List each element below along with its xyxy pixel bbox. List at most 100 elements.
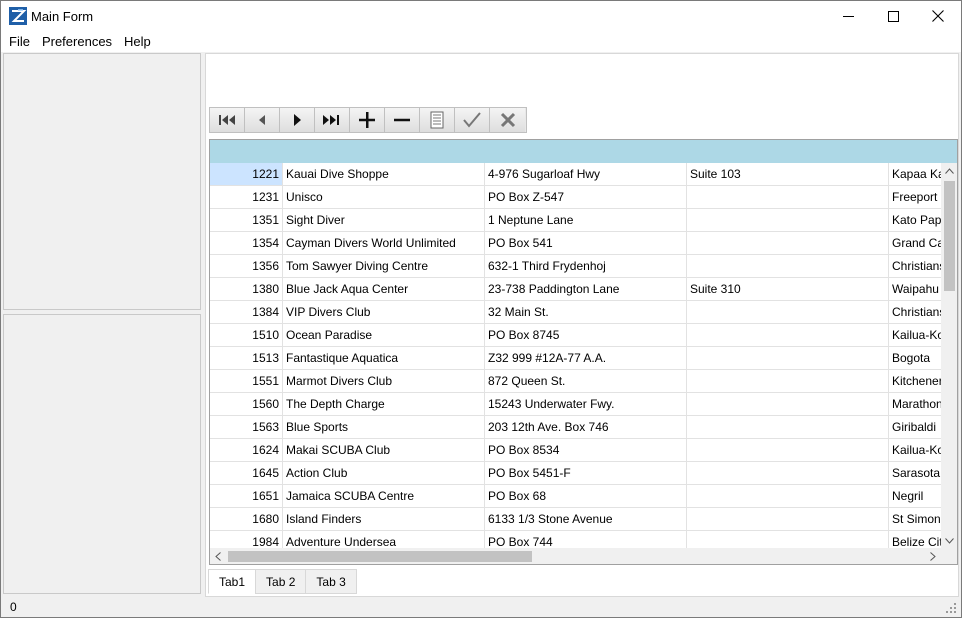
cell-city[interactable]: Giribaldi [889, 416, 941, 438]
cell-address2[interactable] [687, 439, 889, 461]
cell-cust-no[interactable]: 1651 [210, 485, 283, 507]
edit-record-button[interactable] [420, 108, 455, 132]
cell-address[interactable]: 6133 1/3 Stone Avenue [485, 508, 687, 530]
cell-cust-no[interactable]: 1221 [210, 163, 283, 185]
cell-cust-no[interactable]: 1380 [210, 278, 283, 300]
cell-address2[interactable] [687, 393, 889, 415]
table-row[interactable]: 1651 Jamaica SCUBA Centre PO Box 68 Negril [210, 485, 941, 508]
cell-city[interactable]: Kapaa Ka [889, 163, 941, 185]
last-record-button[interactable] [315, 108, 350, 132]
cell-cust-no[interactable]: 1551 [210, 370, 283, 392]
cell-cust-no[interactable]: 1563 [210, 416, 283, 438]
table-row[interactable]: 1231 Unisco PO Box Z-547 Freeport [210, 186, 941, 209]
cell-cust-no[interactable]: 1356 [210, 255, 283, 277]
table-row[interactable]: 1356 Tom Sawyer Diving Centre 632-1 Third … [210, 255, 941, 278]
table-row[interactable]: 1624 Makai SCUBA Club PO Box 8534 Kailua-Ko [210, 439, 941, 462]
cell-address[interactable]: Z32 999 #12A-77 A.A. [485, 347, 687, 369]
cell-cust-no[interactable]: 1354 [210, 232, 283, 254]
data-grid[interactable]: 1221 Kauai Dive Shoppe 4-976 Sugarloaf Hwy… [209, 139, 958, 565]
scroll-down-button[interactable] [941, 533, 957, 549]
menu-preferences[interactable]: Preferences [36, 31, 118, 52]
cell-address[interactable]: 203 12th Ave. Box 746 [485, 416, 687, 438]
cell-company[interactable]: The Depth Charge [283, 393, 485, 415]
menu-file[interactable]: File [3, 31, 36, 52]
cell-company[interactable]: Makai SCUBA Club [283, 439, 485, 461]
cell-address2[interactable] [687, 416, 889, 438]
table-row[interactable]: 1680 Island Finders 6133 1/3 Stone Avenue S… [210, 508, 941, 531]
cancel-edit-button[interactable] [490, 108, 525, 132]
cell-address[interactable]: 872 Queen St. [485, 370, 687, 392]
tab-1[interactable]: Tab1 [208, 569, 257, 594]
table-row[interactable]: 1380 Blue Jack Aqua Center 23-738 Paddingt… [210, 278, 941, 301]
cell-cust-no[interactable]: 1513 [210, 347, 283, 369]
cell-company[interactable]: Adventure Undersea [283, 531, 485, 549]
cell-address[interactable]: 632-1 Third Frydenhoj [485, 255, 687, 277]
cell-address[interactable]: PO Box 8534 [485, 439, 687, 461]
cell-company[interactable]: Blue Jack Aqua Center [283, 278, 485, 300]
cell-city[interactable]: Belize Cit [889, 531, 941, 549]
cell-city[interactable]: Kailua-Ko [889, 439, 941, 461]
cell-city[interactable]: Bogota [889, 347, 941, 369]
table-row[interactable]: 1513 Fantastique Aquatica Z32 999 #12A-77 … [210, 347, 941, 370]
cell-address[interactable]: PO Box 541 [485, 232, 687, 254]
cell-address[interactable]: PO Box 8745 [485, 324, 687, 346]
cell-city[interactable]: Kailua-Ko [889, 324, 941, 346]
cell-company[interactable]: Cayman Divers World Unlimited [283, 232, 485, 254]
cell-address2[interactable] [687, 186, 889, 208]
cell-city[interactable]: Christians [889, 301, 941, 323]
table-row[interactable]: 1384 VIP Divers Club 32 Main St. Christians [210, 301, 941, 324]
cell-cust-no[interactable]: 1384 [210, 301, 283, 323]
cell-city[interactable]: Marathon [889, 393, 941, 415]
cell-address2[interactable] [687, 301, 889, 323]
table-row[interactable]: 1563 Blue Sports 203 12th Ave. Box 746 Giri… [210, 416, 941, 439]
cell-city[interactable]: Sarasota [889, 462, 941, 484]
cell-city[interactable]: Christians [889, 255, 941, 277]
cell-address2[interactable]: Suite 310 [687, 278, 889, 300]
table-row[interactable]: 1984 Adventure Undersea PO Box 744 Belize C… [210, 531, 941, 549]
scroll-left-button[interactable] [210, 548, 226, 564]
table-row[interactable]: 1221 Kauai Dive Shoppe 4-976 Sugarloaf Hwy… [210, 163, 941, 186]
cell-cust-no[interactable]: 1984 [210, 531, 283, 549]
cell-address2[interactable] [687, 232, 889, 254]
cell-company[interactable]: Action Club [283, 462, 485, 484]
cell-city[interactable]: Kitchener [889, 370, 941, 392]
cell-address2[interactable] [687, 462, 889, 484]
cell-company[interactable]: Unisco [283, 186, 485, 208]
cell-city[interactable]: Kato Papl [889, 209, 941, 231]
cell-city[interactable]: Freeport [889, 186, 941, 208]
table-row[interactable]: 1351 Sight Diver 1 Neptune Lane Kato Papl [210, 209, 941, 232]
cell-company[interactable]: VIP Divers Club [283, 301, 485, 323]
insert-record-button[interactable] [350, 108, 385, 132]
cell-address[interactable]: PO Box 5451-F [485, 462, 687, 484]
vertical-scrollbar[interactable] [941, 163, 957, 549]
cell-address[interactable]: PO Box Z-547 [485, 186, 687, 208]
post-edit-button[interactable] [455, 108, 490, 132]
cell-address2[interactable] [687, 531, 889, 549]
menu-help[interactable]: Help [118, 31, 157, 52]
horizontal-scroll-thumb[interactable] [228, 551, 532, 562]
cell-address[interactable]: 32 Main St. [485, 301, 687, 323]
cell-address[interactable]: 23-738 Paddington Lane [485, 278, 687, 300]
scroll-right-button[interactable] [925, 548, 941, 564]
cell-address[interactable]: 15243 Underwater Fwy. [485, 393, 687, 415]
cell-cust-no[interactable]: 1645 [210, 462, 283, 484]
cell-company[interactable]: Blue Sports [283, 416, 485, 438]
delete-record-button[interactable] [385, 108, 420, 132]
cell-city[interactable]: Negril [889, 485, 941, 507]
table-row[interactable]: 1645 Action Club PO Box 5451-F Sarasota [210, 462, 941, 485]
cell-cust-no[interactable]: 1351 [210, 209, 283, 231]
cell-cust-no[interactable]: 1560 [210, 393, 283, 415]
cell-address[interactable]: 1 Neptune Lane [485, 209, 687, 231]
maximize-button[interactable] [870, 1, 916, 31]
minimize-button[interactable] [825, 1, 871, 31]
cell-company[interactable]: Island Finders [283, 508, 485, 530]
cell-city[interactable]: Waipahu [889, 278, 941, 300]
tab-2[interactable]: Tab 2 [255, 569, 307, 594]
cell-address2[interactable]: Suite 103 [687, 163, 889, 185]
table-row[interactable]: 1510 Ocean Paradise PO Box 8745 Kailua-Ko [210, 324, 941, 347]
cell-cust-no[interactable]: 1510 [210, 324, 283, 346]
cell-company[interactable]: Ocean Paradise [283, 324, 485, 346]
title-bar[interactable]: Main Form [1, 1, 961, 31]
cell-address2[interactable] [687, 347, 889, 369]
cell-address2[interactable] [687, 508, 889, 530]
